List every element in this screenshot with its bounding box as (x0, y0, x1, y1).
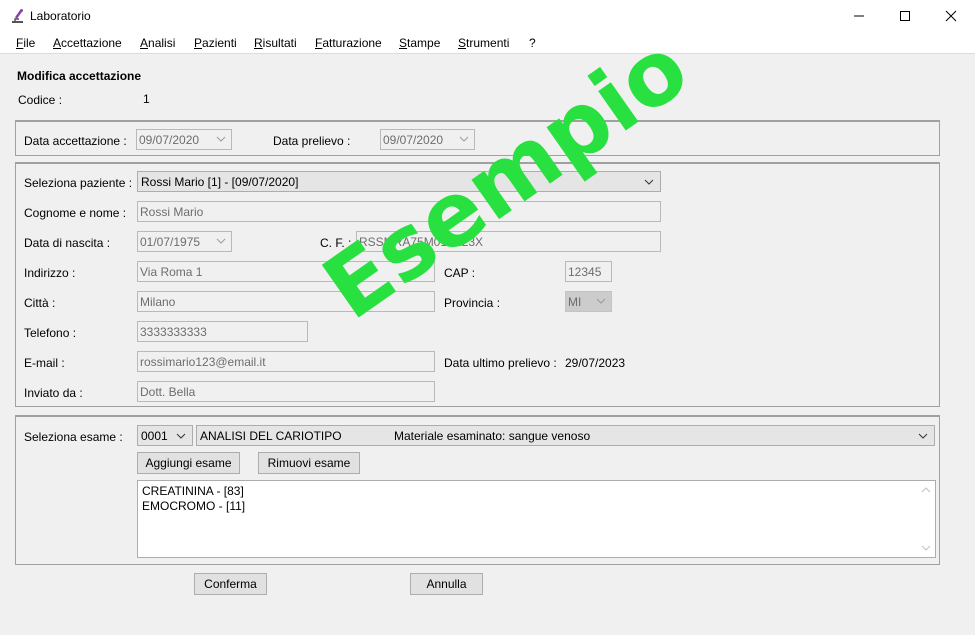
cap-field[interactable]: 12345 (565, 261, 612, 282)
maximize-button[interactable] (882, 0, 928, 32)
maximize-icon (900, 11, 910, 21)
sent-by-label: Inviato da : (24, 386, 83, 400)
close-icon (945, 10, 957, 22)
chevron-down-icon (644, 179, 654, 185)
province-value: MI (568, 295, 582, 309)
list-item[interactable]: CREATININA - [83] (142, 484, 244, 498)
page-title: Modifica accettazione (17, 69, 142, 83)
menu-file[interactable]: File (16, 36, 35, 50)
scroll-up-icon[interactable] (921, 485, 931, 495)
patient-select-label: Seleziona paziente : (24, 176, 133, 190)
city-label: Città : (24, 296, 56, 310)
minimize-icon (854, 15, 864, 17)
minimize-button[interactable] (836, 0, 882, 32)
acceptance-date-picker[interactable]: 09/07/2020 (136, 129, 232, 150)
exam-select-label: Seleziona esame : (24, 430, 123, 444)
email-field[interactable]: rossimario123@email.it (137, 351, 435, 372)
exam-name-value: ANALISI DEL CARIOTIPO (200, 429, 342, 443)
phone-field[interactable]: 3333333333 (137, 321, 308, 342)
chevron-down-icon (216, 238, 226, 244)
menu-fatturazione[interactable]: Fatturazione (315, 36, 382, 50)
menu-risultati[interactable]: Risultati (254, 36, 297, 50)
menu-stampe[interactable]: Stampe (399, 36, 440, 50)
chevron-down-icon (918, 433, 928, 439)
menu-pazienti[interactable]: Pazienti (194, 36, 237, 50)
menu-help[interactable]: ? (529, 36, 536, 50)
province-select[interactable]: MI (565, 291, 612, 312)
email-label: E-mail : (24, 356, 65, 370)
exam-code-value: 0001 (141, 429, 168, 443)
add-exam-button[interactable]: Aggiungi esame (137, 452, 240, 474)
chevron-down-icon (176, 433, 186, 439)
microscope-icon (10, 8, 26, 24)
menu-strumenti[interactable]: Strumenti (458, 36, 509, 50)
last-sampling-label: Data ultimo prelievo : (444, 356, 557, 370)
chevron-down-icon (216, 136, 226, 142)
remove-exam-button[interactable]: Rimuovi esame (258, 452, 360, 474)
birth-date-label: Data di nascita : (24, 236, 111, 250)
sampling-date-label: Data prelievo : (273, 134, 351, 148)
name-label: Cognome e nome : (24, 206, 127, 220)
province-label: Provincia : (444, 296, 501, 310)
birth-date-picker[interactable]: 01/07/1975 (137, 231, 232, 252)
close-button[interactable] (928, 0, 974, 32)
chevron-down-icon (596, 298, 606, 304)
confirm-button[interactable]: Conferma (194, 573, 267, 595)
exam-list-scrollbar[interactable] (918, 481, 935, 557)
cancel-button[interactable]: Annulla (410, 573, 483, 595)
menu-analisi[interactable]: Analisi (140, 36, 175, 50)
acceptance-date-label: Data accettazione : (24, 134, 127, 148)
acceptance-date-value: 09/07/2020 (139, 133, 200, 147)
exam-list[interactable]: CREATININA - [83] EMOCROMO - [11] (137, 480, 936, 558)
birth-date-value: 01/07/1975 (140, 235, 201, 249)
code-value: 1 (143, 92, 150, 106)
window-title: Laboratorio (30, 9, 91, 23)
phone-label: Telefono : (24, 326, 77, 340)
code-label: Codice : (18, 93, 63, 107)
scroll-down-icon[interactable] (921, 543, 931, 553)
patient-select-value: Rossi Mario [1] - [09/07/2020] (141, 175, 299, 189)
last-sampling-value: 29/07/2023 (565, 356, 626, 370)
address-label: Indirizzo : (24, 266, 76, 280)
title-bar (0, 0, 975, 32)
exam-material-value: Materiale esaminato: sangue venoso (394, 429, 591, 443)
exam-name-select[interactable]: ANALISI DEL CARIOTIPO Materiale esaminat… (196, 425, 935, 446)
sent-by-field[interactable]: Dott. Bella (137, 381, 435, 402)
exam-code-select[interactable]: 0001 (137, 425, 193, 446)
list-item[interactable]: EMOCROMO - [11] (142, 499, 245, 513)
menu-accettazione[interactable]: Accettazione (53, 36, 122, 50)
sampling-date-value: 09/07/2020 (383, 133, 444, 147)
